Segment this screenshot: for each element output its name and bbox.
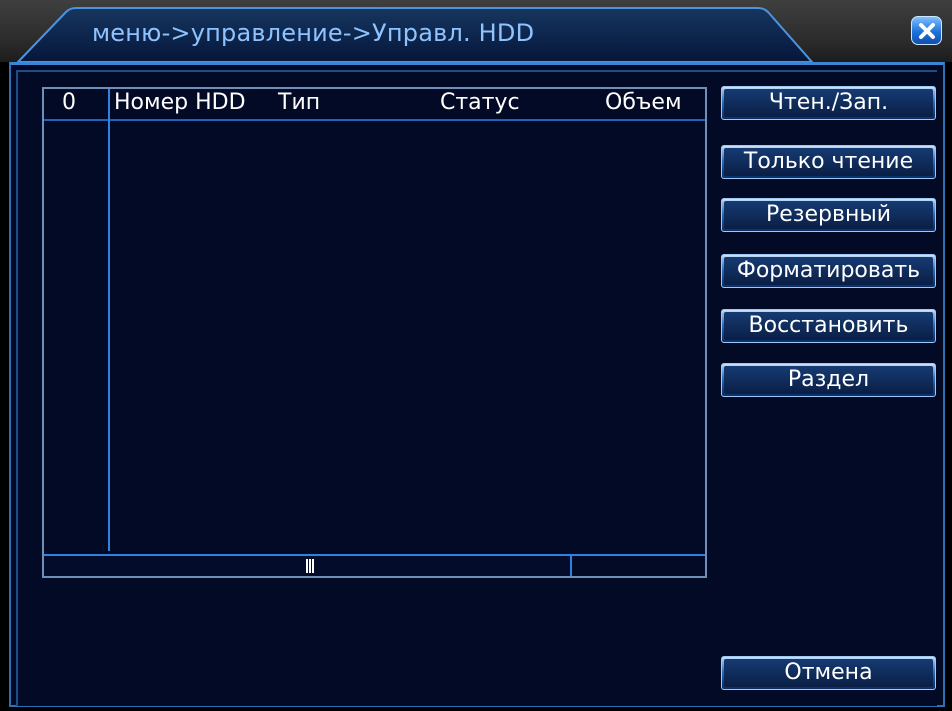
- cancel-label: Отмена: [784, 660, 873, 685]
- hdd-manage-window: меню->управление->Управл. HDD 0 Номер HD…: [0, 0, 952, 711]
- hdd-table: 0 Номер HDD Тип Статус Объем: [42, 87, 707, 578]
- read-only-button[interactable]: Только чтение: [721, 145, 936, 179]
- page-title: меню->управление->Управл. HDD: [92, 19, 535, 47]
- read-only-label: Только чтение: [743, 149, 914, 174]
- redundant-button[interactable]: Резервный: [721, 198, 936, 232]
- table-header: 0 Номер HDD Тип Статус Объем: [44, 89, 705, 121]
- grip-icon: [306, 559, 314, 573]
- column-divider: [108, 89, 110, 551]
- header-index: 0: [62, 90, 76, 115]
- read-write-button[interactable]: Чтен./Зап.: [721, 86, 936, 120]
- read-write-label: Чтен./Зап.: [768, 90, 889, 115]
- partition-button[interactable]: Раздел: [721, 363, 936, 397]
- close-icon: [918, 22, 935, 39]
- recover-button[interactable]: Восстановить: [721, 309, 936, 343]
- recover-label: Восстановить: [748, 313, 909, 338]
- partition-label: Раздел: [787, 367, 870, 392]
- horizontal-scrollbar[interactable]: [44, 554, 705, 576]
- close-button[interactable]: [911, 16, 942, 45]
- header-status: Статус: [440, 90, 520, 115]
- cancel-button[interactable]: Отмена: [721, 656, 936, 690]
- format-label: Форматировать: [736, 258, 921, 283]
- header-type: Тип: [278, 90, 321, 115]
- header-hdd-number: Номер HDD: [114, 90, 246, 115]
- title-bar: меню->управление->Управл. HDD: [0, 0, 952, 62]
- format-button[interactable]: Форматировать: [721, 254, 936, 288]
- scrollbar-thumb[interactable]: [44, 556, 572, 576]
- redundant-label: Резервный: [765, 202, 892, 227]
- header-capacity: Объем: [605, 90, 682, 115]
